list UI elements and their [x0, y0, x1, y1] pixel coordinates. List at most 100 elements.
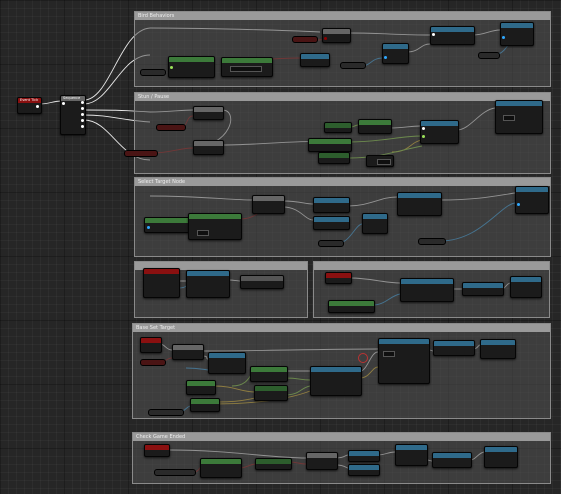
- function-node[interactable]: [430, 26, 475, 45]
- variable-getter[interactable]: [148, 409, 184, 416]
- variable-getter[interactable]: [478, 52, 500, 59]
- pure-function-node[interactable]: [250, 366, 288, 382]
- variable-getter[interactable]: [418, 238, 446, 245]
- pure-function-node[interactable]: [318, 152, 350, 164]
- node-header: [379, 339, 429, 344]
- function-node[interactable]: [395, 444, 428, 466]
- function-node[interactable]: [397, 192, 442, 216]
- comment-title: Bird Behaviors: [135, 12, 550, 20]
- function-node[interactable]: [480, 339, 516, 359]
- function-node[interactable]: [378, 338, 430, 384]
- node-header: [319, 153, 349, 158]
- function-node[interactable]: [240, 275, 284, 289]
- pure-function-node[interactable]: [221, 57, 273, 77]
- variable-getter[interactable]: [140, 69, 166, 76]
- function-node[interactable]: [382, 43, 409, 64]
- node-header: Event Tick: [18, 98, 41, 103]
- node-header: [463, 283, 503, 288]
- pure-function-node[interactable]: [255, 458, 292, 470]
- node-header: [251, 367, 287, 372]
- variable-getter[interactable]: [340, 62, 366, 69]
- pure-function-node[interactable]: [186, 380, 216, 395]
- target-pin[interactable]: [502, 36, 505, 39]
- pure-function-node[interactable]: [328, 300, 375, 313]
- event-node[interactable]: [144, 444, 170, 457]
- cast-node[interactable]: [143, 268, 180, 298]
- branch-node[interactable]: [193, 106, 224, 120]
- pure-function-node[interactable]: [358, 119, 392, 134]
- node-header: [301, 54, 329, 59]
- node-header: [314, 217, 349, 222]
- pure-function-node[interactable]: [188, 213, 242, 240]
- variable-getter[interactable]: [318, 240, 344, 247]
- variable-getter[interactable]: [140, 359, 166, 366]
- value-field[interactable]: [377, 159, 391, 165]
- float-pin[interactable]: [170, 66, 173, 69]
- variable-getter[interactable]: [154, 469, 196, 476]
- branch-node[interactable]: [193, 140, 224, 155]
- node-header: [481, 340, 515, 345]
- math-node[interactable]: [366, 155, 394, 167]
- function-node[interactable]: [432, 452, 472, 468]
- exec-pin[interactable]: [422, 127, 425, 130]
- function-node[interactable]: [348, 450, 380, 462]
- function-node[interactable]: [500, 22, 534, 46]
- exec-pin[interactable]: [432, 33, 435, 36]
- event-tick-node[interactable]: Event Tick: [17, 97, 42, 114]
- pure-function-node[interactable]: [190, 398, 220, 412]
- branch-node[interactable]: [322, 28, 351, 43]
- pure-function-node[interactable]: [308, 138, 352, 152]
- function-node[interactable]: [495, 100, 543, 134]
- node-header: [256, 459, 291, 464]
- then-pin[interactable]: [81, 101, 84, 104]
- object-pin[interactable]: [517, 203, 520, 206]
- function-node[interactable]: [208, 352, 246, 374]
- function-node[interactable]: [462, 282, 504, 296]
- value-field[interactable]: [197, 230, 209, 236]
- function-node[interactable]: [300, 53, 330, 67]
- value-field[interactable]: [230, 66, 262, 72]
- object-pin[interactable]: [147, 226, 150, 229]
- pure-function-node[interactable]: [200, 458, 242, 478]
- event-node[interactable]: [140, 337, 162, 353]
- function-node[interactable]: [510, 276, 542, 298]
- branch-node[interactable]: [252, 195, 285, 214]
- function-node[interactable]: [400, 278, 454, 302]
- pure-function-node[interactable]: [168, 56, 215, 78]
- function-node[interactable]: [313, 197, 350, 213]
- then-pin[interactable]: [81, 113, 84, 116]
- function-node[interactable]: [362, 213, 388, 234]
- node-header: [383, 44, 408, 49]
- then-pin[interactable]: [81, 107, 84, 110]
- function-node[interactable]: [310, 366, 362, 396]
- sequence-node[interactable]: Sequence: [60, 95, 86, 135]
- comment-title: Stun / Pause: [135, 93, 550, 101]
- variable-getter[interactable]: [156, 124, 186, 131]
- target-pin[interactable]: [384, 56, 387, 59]
- value-field[interactable]: [503, 115, 515, 121]
- function-node[interactable]: [484, 446, 518, 468]
- function-node[interactable]: [313, 216, 350, 230]
- function-node[interactable]: [420, 120, 459, 144]
- cast-node[interactable]: [325, 272, 352, 284]
- function-node[interactable]: [433, 340, 475, 356]
- node-header: [209, 353, 245, 358]
- pure-function-node[interactable]: [324, 122, 352, 133]
- function-node[interactable]: [515, 186, 549, 214]
- branch-node[interactable]: [306, 452, 338, 470]
- math-node[interactable]: [254, 385, 288, 401]
- pure-function-node[interactable]: [144, 217, 190, 233]
- condition-pin[interactable]: [324, 37, 327, 40]
- exec-pin[interactable]: [36, 105, 39, 108]
- branch-node[interactable]: [172, 344, 204, 360]
- exec-pin[interactable]: [62, 102, 65, 105]
- variable-getter[interactable]: [124, 150, 158, 157]
- float-pin[interactable]: [422, 135, 425, 138]
- function-node[interactable]: [186, 270, 230, 298]
- node-header: [145, 218, 189, 223]
- function-node[interactable]: [348, 464, 380, 476]
- then-pin[interactable]: [81, 125, 84, 128]
- then-pin[interactable]: [81, 119, 84, 122]
- value-field[interactable]: [383, 351, 395, 357]
- variable-getter[interactable]: [292, 36, 318, 43]
